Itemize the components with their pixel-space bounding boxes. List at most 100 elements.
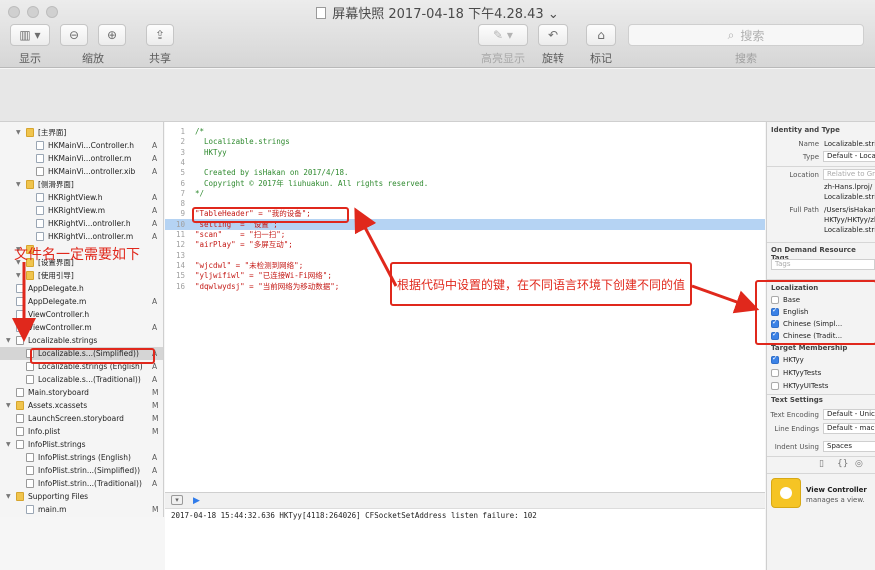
- nav-row[interactable]: ▼ Supporting Files: [0, 490, 163, 503]
- code-snippet-icon[interactable]: {}: [837, 459, 848, 469]
- location-key: Location: [789, 171, 819, 179]
- nav-row[interactable]: HKMainVi...Controller.h A: [0, 139, 163, 152]
- nav-row[interactable]: ViewController.h: [0, 308, 163, 321]
- nav-row[interactable]: HKMainVi...ontroller.m A: [0, 152, 163, 165]
- location-path-2: Localizable.strings: [824, 193, 875, 201]
- nav-row[interactable]: HKRightVi...ontroller.m A: [0, 230, 163, 243]
- toolbar: 屏幕快照 2017-04-18 下午4.28.43 ⌄ ▥ ▾ 显示 ⊖ ⊕ 缩…: [0, 0, 875, 68]
- nav-row[interactable]: HKRightVi...ontroller.h A: [0, 217, 163, 230]
- image-top-band: [0, 69, 875, 122]
- nav-row-label: HKRightVi...ontroller.m: [48, 232, 134, 241]
- breakpoint-icon[interactable]: ▶: [193, 496, 200, 506]
- nav-row-label: ViewController.m: [28, 323, 92, 332]
- nav-row-label: ViewController.h: [28, 310, 90, 319]
- nav-row[interactable]: InfoPlist.strings (English) A: [0, 451, 163, 464]
- chevron-down-icon: ⌄: [547, 7, 559, 22]
- nav-row[interactable]: ▼ [主界面]: [0, 126, 163, 139]
- rotate-button[interactable]: ↶: [538, 24, 568, 46]
- scm-status-badge: A: [152, 167, 158, 176]
- disclosure-icon[interactable]: ▼: [16, 269, 21, 282]
- file-template-icon[interactable]: ▯: [819, 459, 824, 469]
- zoom-out-button[interactable]: ⊖: [60, 24, 88, 46]
- nav-row[interactable]: Info.plist M: [0, 425, 163, 438]
- nav-row-label: Supporting Files: [28, 492, 89, 501]
- nav-row[interactable]: AppDelegate.h: [0, 282, 163, 295]
- file-icon: [16, 414, 24, 423]
- sidebar-toggle-button[interactable]: ▥ ▾: [10, 24, 50, 46]
- file-icon: [36, 232, 44, 241]
- type-key: Type: [802, 153, 819, 161]
- file-icon: [26, 466, 34, 475]
- tags-input[interactable]: Tags: [771, 259, 875, 270]
- nav-row[interactable]: Main.storyboard M: [0, 386, 163, 399]
- line-endings-select[interactable]: Default - macOS: [823, 423, 875, 434]
- target-tests-checkbox[interactable]: [771, 369, 779, 377]
- nav-row[interactable]: ▼ [使用引导]: [0, 269, 163, 282]
- scm-status-badge: A: [152, 232, 158, 241]
- disclosure-icon[interactable]: ▼: [6, 490, 11, 503]
- hide-debug-icon[interactable]: ▾: [171, 495, 183, 505]
- name-key: Name: [798, 140, 819, 148]
- nav-row[interactable]: main.m M: [0, 503, 163, 516]
- nav-row[interactable]: ▼ InfoPlist.strings: [0, 438, 163, 451]
- nav-row[interactable]: ▼ [侧滑界面]: [0, 178, 163, 191]
- nav-row-label: InfoPlist.strin...(Simplified)): [38, 466, 140, 475]
- nav-row-label: Info.plist: [28, 427, 61, 436]
- file-icon: [36, 141, 44, 150]
- nav-row[interactable]: InfoPlist.strin...(Simplified)) A: [0, 464, 163, 477]
- search-label: 搜索: [735, 52, 757, 65]
- scm-status-badge: A: [152, 323, 158, 332]
- indent-select[interactable]: Spaces: [823, 441, 875, 452]
- nav-row[interactable]: ▼ Assets.xcassets M: [0, 399, 163, 412]
- location-select[interactable]: Relative to Group: [823, 169, 875, 180]
- nav-row[interactable]: Localizable.s...(Traditional)) A: [0, 373, 163, 386]
- encoding-select[interactable]: Default - Unicode: [823, 409, 875, 420]
- nav-row-label: HKMainVi...Controller.h: [48, 141, 135, 150]
- project-navigator: ▼ [主界面] HKMainVi...Controller.h A HKMainVi..…: [0, 122, 164, 517]
- disclosure-icon[interactable]: ▼: [6, 399, 11, 412]
- nav-row[interactable]: HKRightView.h A: [0, 191, 163, 204]
- nav-row[interactable]: ▼ Localizable.strings: [0, 334, 163, 347]
- nav-row[interactable]: ViewController.m A: [0, 321, 163, 334]
- search-input[interactable]: ⌕ 搜索: [628, 24, 864, 46]
- share-button[interactable]: ⇪: [146, 24, 174, 46]
- name-value[interactable]: Localizable.strings: [824, 140, 875, 148]
- tag-button[interactable]: ⌂: [586, 24, 616, 46]
- nav-row[interactable]: AppDelegate.m A: [0, 295, 163, 308]
- nav-row[interactable]: LaunchScreen.storyboard M: [0, 412, 163, 425]
- code-text: "dqwlwydsj" = "当前网络为移动数据";: [195, 281, 340, 291]
- fullpath-line-3: Localizable.strings: [824, 226, 875, 234]
- nav-row-label: AppDelegate.m: [28, 297, 87, 306]
- library-item-desc: manages a view.: [806, 496, 865, 504]
- disclosure-icon[interactable]: ▼: [6, 438, 11, 451]
- nav-row-label: Localizable.s...(Traditional)): [38, 375, 141, 384]
- console-output: 2017-04-18 15:44:32.636 HKTyy[4118:26402…: [165, 509, 765, 570]
- code-editor[interactable]: 1/* 2 Localizable.strings 3 HKTyy 4 5 Create…: [165, 122, 765, 492]
- file-icon: [16, 427, 24, 436]
- target-hktyy-checkbox[interactable]: [771, 354, 779, 364]
- scm-status-badge: M: [152, 427, 159, 436]
- divider: [767, 166, 875, 167]
- file-icon: [26, 479, 34, 488]
- file-icon: [36, 206, 44, 215]
- nav-row[interactable]: HKMainVi...ontroller.xib A: [0, 165, 163, 178]
- nav-row-label: HKRightVi...ontroller.h: [48, 219, 131, 228]
- zoom-in-button[interactable]: ⊕: [98, 24, 126, 46]
- disclosure-icon[interactable]: ▼: [16, 178, 21, 191]
- scm-status-badge: A: [152, 297, 158, 306]
- type-select[interactable]: Default - Localizable: [823, 151, 875, 162]
- object-library-icon[interactable]: ◎: [855, 459, 863, 469]
- scm-status-badge: A: [152, 453, 158, 462]
- target-uitests-checkbox[interactable]: [771, 382, 779, 390]
- disclosure-icon[interactable]: ▼: [6, 334, 11, 347]
- search-icon: ⌕: [727, 27, 735, 42]
- nav-row[interactable]: HKRightView.m A: [0, 204, 163, 217]
- view-controller-icon[interactable]: [771, 478, 801, 508]
- markup-button[interactable]: ✎ ▾: [478, 24, 528, 46]
- window-title[interactable]: 屏幕快照 2017-04-18 下午4.28.43 ⌄: [0, 3, 875, 22]
- folder-icon: [26, 128, 34, 137]
- highlight-localizable-file: [30, 348, 155, 364]
- nav-row[interactable]: InfoPlist.strin...(Traditional)) A: [0, 477, 163, 490]
- nav-row-label: AppDelegate.h: [28, 284, 84, 293]
- disclosure-icon[interactable]: ▼: [16, 126, 21, 139]
